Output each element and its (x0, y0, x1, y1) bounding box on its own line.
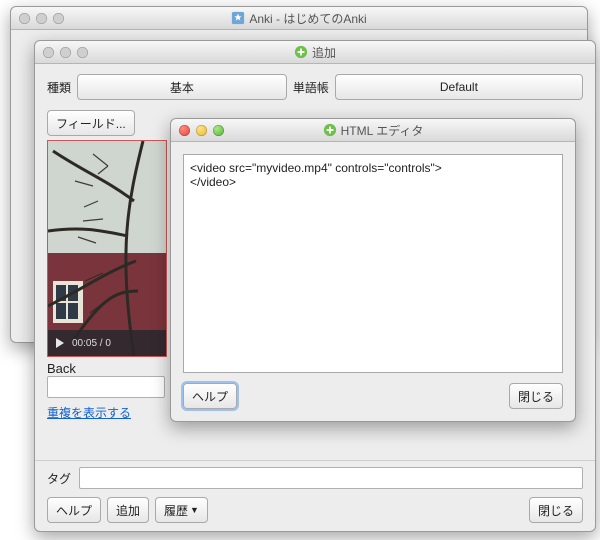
show-duplicates-link[interactable]: 重複を表示する (47, 406, 131, 420)
deck-button[interactable]: Default (335, 74, 583, 100)
minimize-icon[interactable] (36, 13, 47, 24)
minimize-icon[interactable] (196, 125, 207, 136)
titlebar-add: 追加 (35, 41, 595, 64)
titlebar-html: HTML エディタ (171, 119, 575, 142)
note-type-button[interactable]: 基本 (77, 74, 287, 100)
traffic-lights-main (19, 13, 64, 24)
front-field-video[interactable]: 00:05 / 0 (47, 140, 167, 357)
close-icon[interactable] (179, 125, 190, 136)
maximize-icon[interactable] (77, 47, 88, 58)
history-button[interactable]: 履歴▼ (155, 497, 208, 523)
type-label: 種類 (47, 79, 71, 96)
close-button[interactable]: 閉じる (529, 497, 583, 523)
chevron-down-icon: ▼ (190, 505, 199, 515)
close-icon[interactable] (19, 13, 30, 24)
help-button[interactable]: ヘルプ (183, 383, 237, 409)
add-title: 追加 (312, 44, 336, 61)
divider (35, 460, 595, 461)
video-thumbnail (48, 141, 166, 356)
tag-input[interactable] (79, 467, 583, 489)
back-label: Back (47, 361, 165, 376)
titlebar-main: Anki - はじめてのAnki (11, 7, 587, 30)
add-button[interactable]: 追加 (107, 497, 149, 523)
fields-button[interactable]: フィールド... (47, 110, 135, 136)
back-field[interactable] (47, 376, 165, 398)
tag-label: タグ (47, 470, 71, 487)
maximize-icon[interactable] (53, 13, 64, 24)
anki-icon (231, 11, 245, 25)
html-editor-textarea[interactable]: <video src="myvideo.mp4" controls="contr… (183, 154, 563, 373)
play-icon[interactable] (56, 338, 64, 348)
help-button[interactable]: ヘルプ (47, 497, 101, 523)
close-icon[interactable] (43, 47, 54, 58)
deck-label: 単語帳 (293, 79, 329, 96)
plus-icon (294, 45, 308, 59)
html-editor-window: HTML エディタ <video src="myvideo.mp4" contr… (170, 118, 576, 422)
traffic-lights-html (179, 125, 224, 136)
deck-value: Default (440, 80, 478, 94)
video-controls[interactable]: 00:05 / 0 (48, 330, 166, 356)
note-type-value: 基本 (170, 79, 194, 96)
traffic-lights-add (43, 47, 88, 58)
maximize-icon[interactable] (213, 125, 224, 136)
video-time: 00:05 / 0 (72, 338, 111, 349)
main-title: Anki - はじめてのAnki (249, 10, 366, 27)
html-title: HTML エディタ (341, 122, 424, 139)
close-button[interactable]: 閉じる (509, 383, 563, 409)
html-editor-icon (323, 123, 337, 137)
minimize-icon[interactable] (60, 47, 71, 58)
